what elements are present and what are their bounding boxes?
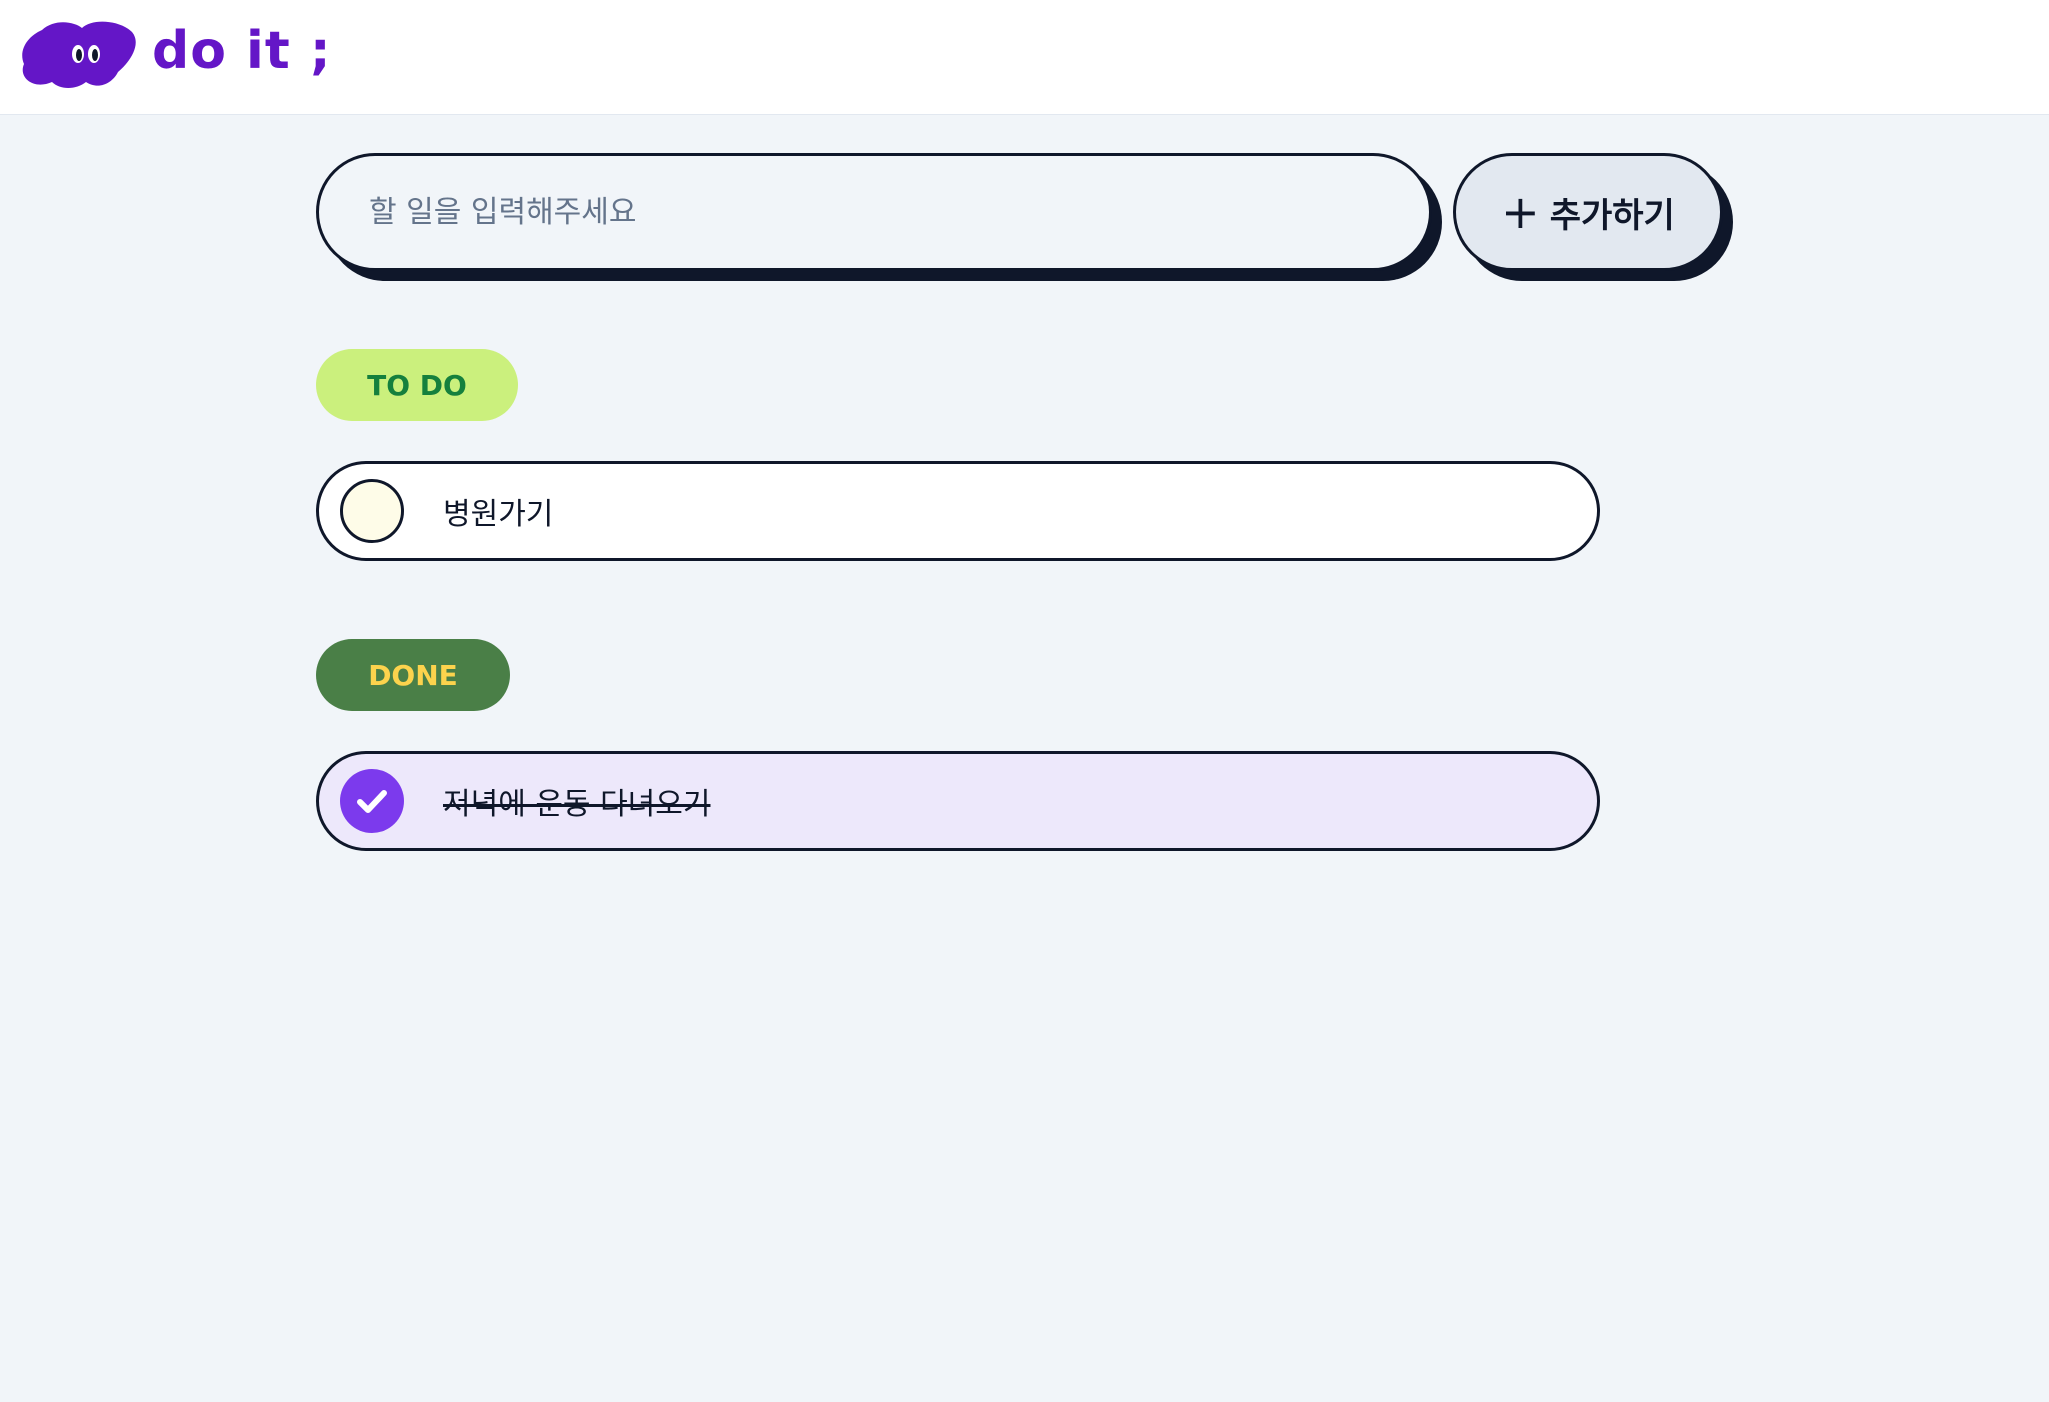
- logo-mascot-icon[interactable]: [20, 20, 140, 90]
- logo-text[interactable]: do it ;: [152, 16, 332, 86]
- add-button-label: 추가하기: [1549, 195, 1675, 236]
- done-item-text[interactable]: 저녁에 운동 다녀오기: [443, 779, 710, 823]
- todo-input-wrapper: [316, 153, 1442, 281]
- add-button[interactable]: + 추가하기: [1453, 153, 1723, 271]
- done-section-badge: DONE: [316, 639, 510, 711]
- unchecked-checkbox[interactable]: [340, 479, 404, 543]
- todo-section-badge: TO DO: [316, 349, 518, 421]
- done-item[interactable]: 저녁에 운동 다녀오기: [316, 751, 1600, 851]
- checkmark-icon: [357, 790, 387, 813]
- todo-input[interactable]: [316, 153, 1432, 271]
- checked-checkbox[interactable]: [340, 769, 404, 833]
- app-header: do it ;: [0, 0, 2049, 115]
- todo-item[interactable]: 병원가기: [316, 461, 1600, 561]
- todo-item-text[interactable]: 병원가기: [443, 489, 553, 533]
- add-button-wrapper: + 추가하기: [1453, 153, 1733, 281]
- plus-icon: +: [1501, 185, 1540, 239]
